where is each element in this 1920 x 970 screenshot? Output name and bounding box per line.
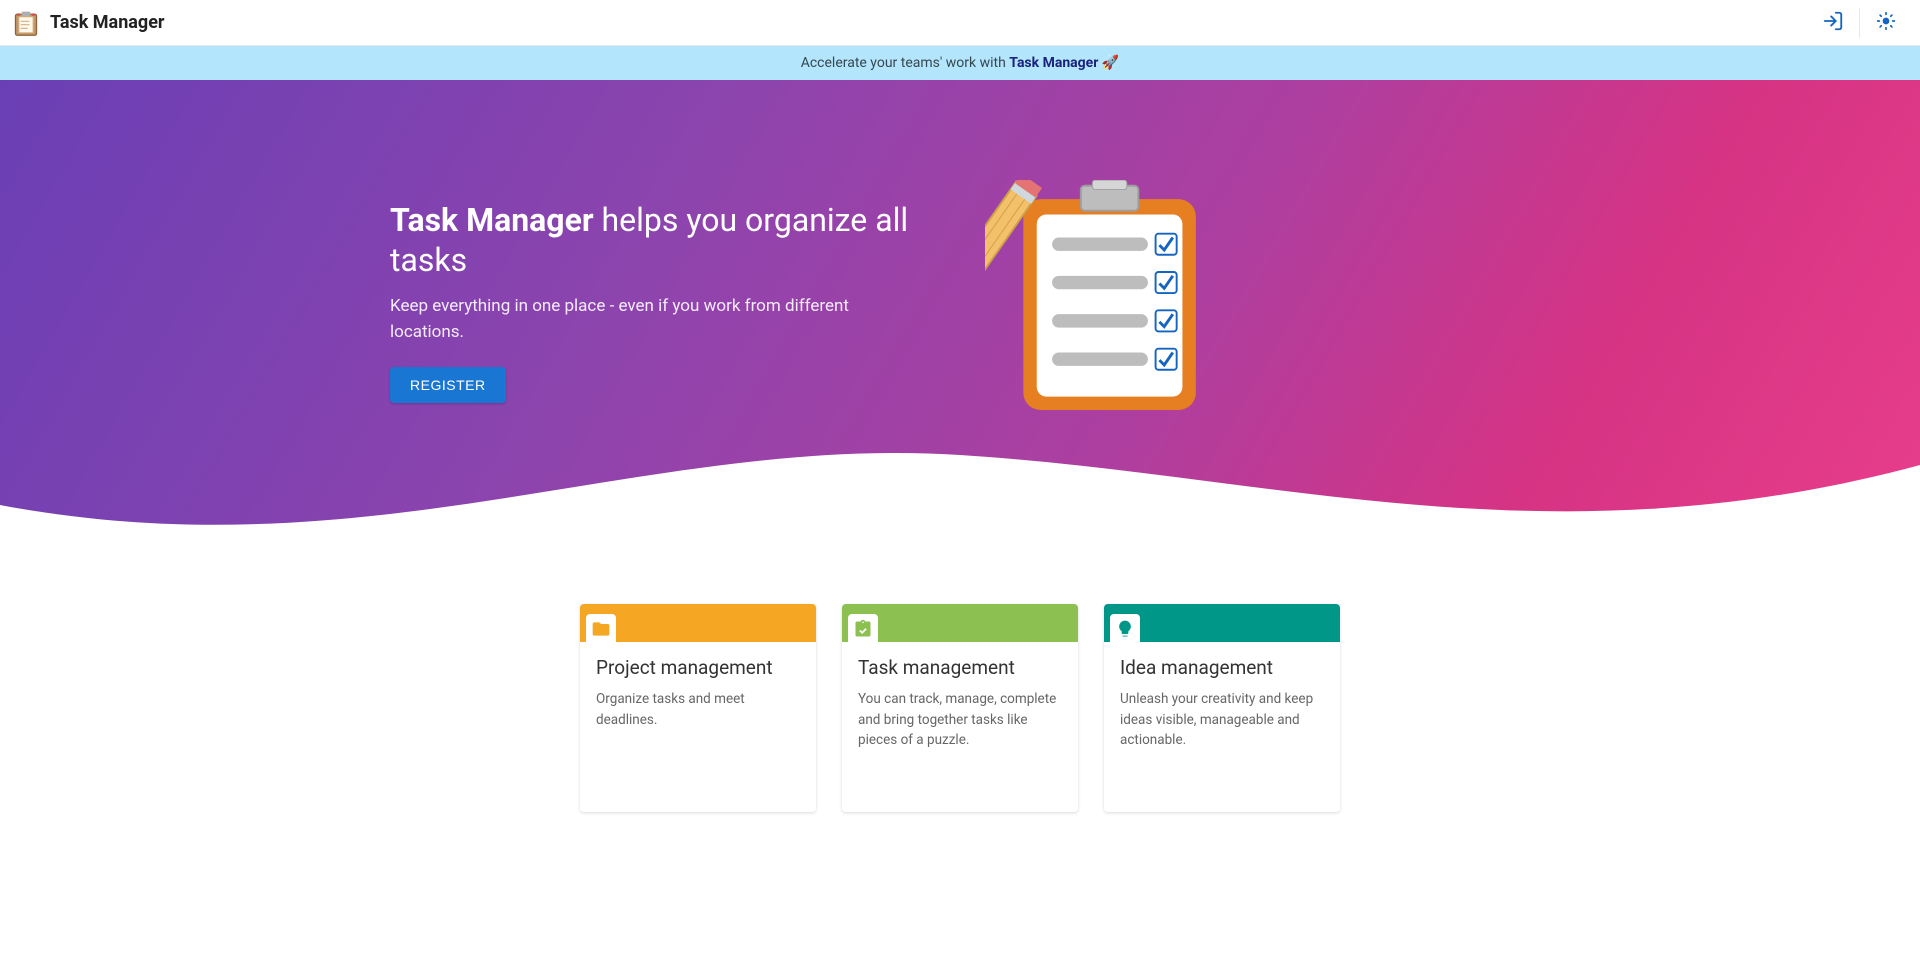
card-title: Project management <box>596 656 800 679</box>
hero-title-strong: Task Manager <box>390 201 594 239</box>
sun-icon <box>1876 11 1896 35</box>
promo-prefix: Accelerate your teams' work with <box>801 55 1010 71</box>
promo-brand: Task Manager <box>1009 55 1098 71</box>
feature-card-project: Project management Organize tasks and me… <box>580 604 816 812</box>
clipboard-logo-icon <box>12 9 40 37</box>
register-button[interactable]: REGISTER <box>390 367 506 403</box>
header-actions <box>1811 1 1908 45</box>
card-title: Task management <box>858 656 1062 679</box>
folder-icon <box>586 614 616 644</box>
card-header <box>580 604 816 642</box>
login-button[interactable] <box>1811 1 1855 45</box>
promo-text: Accelerate your teams' work with Task Ma… <box>801 55 1120 71</box>
card-header <box>1104 604 1340 642</box>
card-desc: Unleash your creativity and keep ideas v… <box>1120 689 1324 752</box>
theme-toggle-button[interactable] <box>1864 1 1908 45</box>
brand-link[interactable]: Task Manager <box>12 9 165 37</box>
feature-card-task: Task management You can track, manage, c… <box>842 604 1078 812</box>
lightbulb-icon <box>1110 614 1140 644</box>
header-divider <box>1859 8 1860 38</box>
rocket-icon: 🚀 <box>1102 55 1119 71</box>
app-header: Task Manager <box>0 0 1920 46</box>
login-icon <box>1822 10 1844 36</box>
clipboard-icon <box>848 614 878 644</box>
card-header <box>842 604 1078 642</box>
hero-text: Task Manager helps you organize all task… <box>390 200 910 403</box>
card-desc: You can track, manage, complete and brin… <box>858 689 1062 752</box>
hero-illustration <box>970 180 1230 424</box>
promo-banner: Accelerate your teams' work with Task Ma… <box>0 46 1920 80</box>
hero-subtitle: Keep everything in one place - even if y… <box>390 294 910 345</box>
hero-section: Task Manager helps you organize all task… <box>0 80 1920 564</box>
card-title: Idea management <box>1120 656 1324 679</box>
card-desc: Organize tasks and meet deadlines. <box>596 689 800 731</box>
feature-cards: Project management Organize tasks and me… <box>370 564 1550 872</box>
app-title: Task Manager <box>50 12 165 33</box>
clipboard-pencil-icon <box>985 180 1215 424</box>
hero-title: Task Manager helps you organize all task… <box>390 200 910 280</box>
feature-card-idea: Idea management Unleash your creativity … <box>1104 604 1340 812</box>
